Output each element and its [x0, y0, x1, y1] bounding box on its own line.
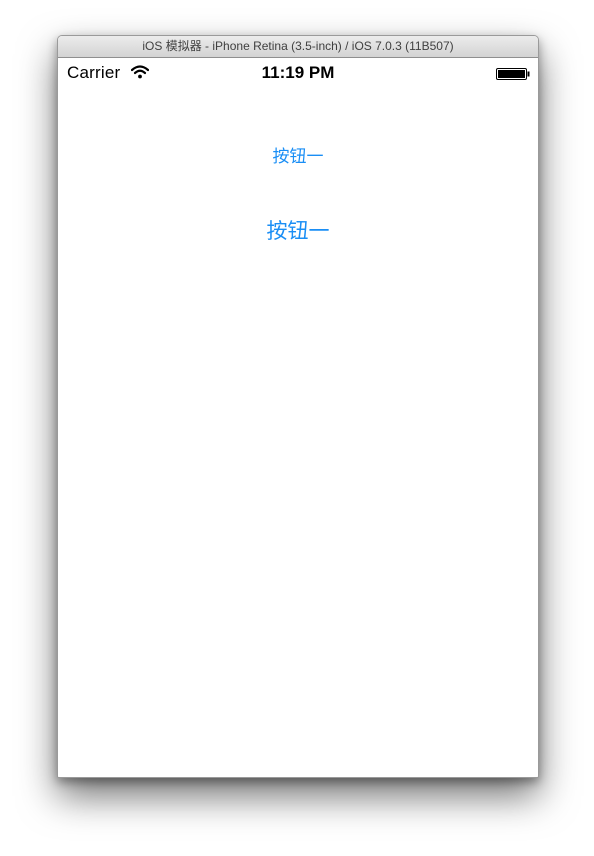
status-time: 11:19 PM [261, 63, 335, 82]
desktop-backdrop: iOS 模拟器 - iPhone Retina (3.5-inch) / iOS… [0, 0, 594, 856]
second-button[interactable]: 按钮一 [58, 215, 538, 245]
battery-icon [496, 68, 530, 80]
simulator-window: iOS 模拟器 - iPhone Retina (3.5-inch) / iOS… [57, 35, 539, 778]
status-bar: Carrier 11:19 PM [58, 58, 538, 92]
window-title: iOS 模拟器 - iPhone Retina (3.5-inch) / iOS… [142, 39, 454, 53]
device-screen: Carrier 11:19 PM 按钮一 按钮一 [58, 58, 538, 777]
first-button[interactable]: 按钮一 [58, 142, 538, 167]
window-titlebar[interactable]: iOS 模拟器 - iPhone Retina (3.5-inch) / iOS… [58, 36, 538, 58]
